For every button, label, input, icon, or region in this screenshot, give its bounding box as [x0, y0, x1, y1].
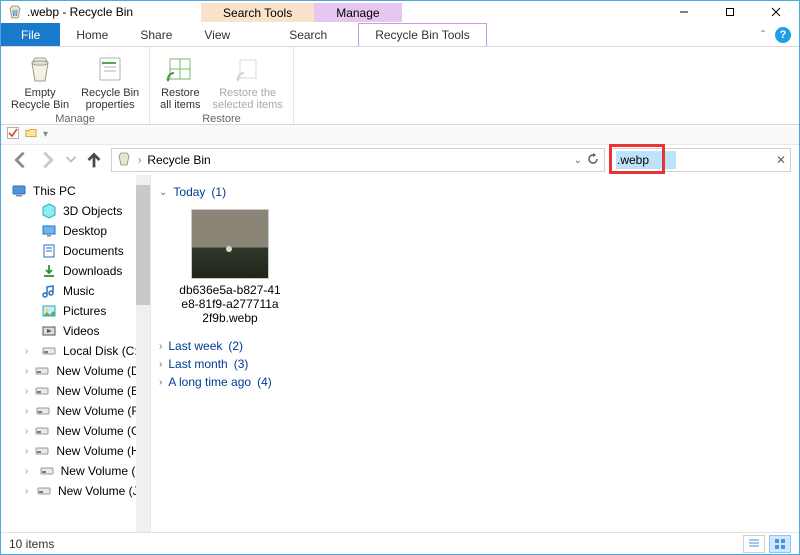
disk-icon [36, 483, 52, 499]
tree-this-pc[interactable]: This PC [11, 181, 146, 201]
chevron-right-icon[interactable]: › [138, 155, 141, 166]
clear-search-button[interactable]: ✕ [776, 153, 786, 167]
group-today[interactable]: ⌄ Today (1) [159, 185, 791, 199]
download-icon [41, 263, 57, 279]
disk-icon [35, 403, 51, 419]
ribbon: Empty Recycle Bin Recycle Bin properties… [1, 47, 799, 125]
group-last-month[interactable]: › Last month (3) [159, 357, 791, 371]
status-bar: 10 items [1, 532, 799, 554]
tab-search[interactable]: Search [272, 23, 344, 46]
chevron-down-icon: ⌄ [159, 187, 167, 198]
sidebar-item-music[interactable]: Music [25, 281, 146, 301]
file-item[interactable]: db636e5a-b827-41e8-81f9-a277711a2f9b.web… [179, 209, 281, 325]
sidebar-item-new-volume-h-[interactable]: ›New Volume (H:) [25, 441, 146, 461]
context-tab-manage[interactable]: Manage [314, 3, 401, 22]
sidebar-scroll-thumb[interactable] [136, 185, 150, 305]
forward-button[interactable] [37, 149, 59, 171]
tab-share[interactable]: Share [124, 23, 188, 46]
recent-locations-button[interactable] [65, 149, 77, 171]
chevron-right-icon: › [159, 377, 162, 388]
chevron-right-icon: › [159, 341, 162, 352]
this-pc-icon [11, 183, 27, 199]
sidebar-item-new-volume-e-[interactable]: ›New Volume (E:) [25, 381, 146, 401]
quick-access-row: ▾ [1, 125, 799, 145]
group-last-week[interactable]: › Last week (2) [159, 339, 791, 353]
address-bar[interactable]: › Recycle Bin ⌄ [111, 148, 605, 172]
sidebar-item-new-volume-i-[interactable]: ›New Volume (I:) [25, 461, 146, 481]
breadcrumb-recycle-bin[interactable]: Recycle Bin [147, 153, 210, 167]
properties-icon [94, 53, 126, 85]
main-area: This PC 3D ObjectsDesktopDocumentsDownlo… [1, 175, 799, 534]
disk-icon [34, 423, 50, 439]
back-button[interactable] [9, 149, 31, 171]
sidebar-item-desktop[interactable]: Desktop [25, 221, 146, 241]
sidebar-item-videos[interactable]: Videos [25, 321, 146, 341]
ribbon-collapse-icon[interactable]: ˆ [761, 28, 765, 42]
restore-all-icon [164, 53, 196, 85]
disk-icon [34, 383, 50, 399]
tab-home[interactable]: Home [60, 23, 124, 46]
cube-icon [41, 203, 57, 219]
sidebar-item-3d-objects[interactable]: 3D Objects [25, 201, 146, 221]
video-icon [41, 323, 57, 339]
up-button[interactable] [83, 149, 105, 171]
disk-icon [34, 443, 50, 459]
image-thumbnail [191, 209, 269, 279]
search-input[interactable] [616, 151, 676, 169]
file-name: db636e5a-b827-41e8-81f9-a277711a2f9b.web… [179, 283, 281, 325]
ribbon-group-manage: Manage [5, 113, 145, 127]
disk-icon [34, 363, 50, 379]
disk-icon [39, 463, 55, 479]
chevron-down-icon[interactable]: ⌄ [574, 155, 582, 166]
nav-bar: › Recycle Bin ⌄ ✕ [1, 145, 799, 175]
disk-icon [41, 343, 57, 359]
restore-selected-button: Restore the selected items [207, 51, 289, 113]
tab-file[interactable]: File [1, 23, 60, 46]
item-count: 10 items [9, 537, 54, 551]
sidebar-item-local-disk-c-[interactable]: ›Local Disk (C:) [25, 341, 146, 361]
close-button[interactable] [753, 1, 799, 23]
icons-view-button[interactable] [769, 535, 791, 553]
restore-selected-icon [232, 53, 264, 85]
ribbon-group-restore: Restore [154, 113, 289, 127]
sidebar-item-pictures[interactable]: Pictures [25, 301, 146, 321]
restore-all-button[interactable]: Restore all items [154, 51, 206, 113]
sidebar-item-new-volume-g-[interactable]: ›New Volume (G:) [25, 421, 146, 441]
empty-recycle-bin-button[interactable]: Empty Recycle Bin [5, 51, 75, 113]
recycle-bin-properties-button[interactable]: Recycle Bin properties [75, 51, 145, 113]
folder-small-icon[interactable] [25, 127, 37, 142]
navigation-pane: This PC 3D ObjectsDesktopDocumentsDownlo… [1, 175, 151, 534]
music-icon [41, 283, 57, 299]
checkbox-icon[interactable] [7, 127, 19, 142]
chevron-right-icon: › [159, 359, 162, 370]
content-pane: ⌄ Today (1) db636e5a-b827-41e8-81f9-a277… [151, 175, 799, 534]
doc-icon [41, 243, 57, 259]
sidebar-item-new-volume-j-[interactable]: ›New Volume (J:) [25, 481, 146, 501]
tab-recycle-bin-tools[interactable]: Recycle Bin Tools [358, 23, 487, 46]
sidebar-item-documents[interactable]: Documents [25, 241, 146, 261]
maximize-button[interactable] [707, 1, 753, 23]
picture-icon [41, 303, 57, 319]
group-long-time-ago[interactable]: › A long time ago (4) [159, 375, 791, 389]
recycle-bin-icon [116, 151, 132, 170]
title-bar: .webp - Recycle Bin Search Tools Manage [1, 1, 799, 23]
sidebar-item-new-volume-f-[interactable]: ›New Volume (F:) [25, 401, 146, 421]
recycle-bin-empty-icon [24, 53, 56, 85]
tab-view[interactable]: View [188, 23, 246, 46]
sidebar-item-new-volume-d-[interactable]: ›New Volume (D:) [25, 361, 146, 381]
details-view-button[interactable] [743, 535, 765, 553]
refresh-button[interactable] [586, 152, 600, 169]
recycle-bin-icon [7, 4, 23, 20]
context-tab-search-tools[interactable]: Search Tools [201, 3, 314, 22]
minimize-button[interactable] [661, 1, 707, 23]
ribbon-tabs: File Home Share View Search Recycle Bin … [1, 23, 799, 47]
sidebar-item-downloads[interactable]: Downloads [25, 261, 146, 281]
search-box[interactable]: ✕ [611, 148, 791, 172]
help-icon[interactable]: ? [775, 27, 791, 43]
monitor-icon [41, 223, 57, 239]
window-title: .webp - Recycle Bin [27, 5, 133, 19]
